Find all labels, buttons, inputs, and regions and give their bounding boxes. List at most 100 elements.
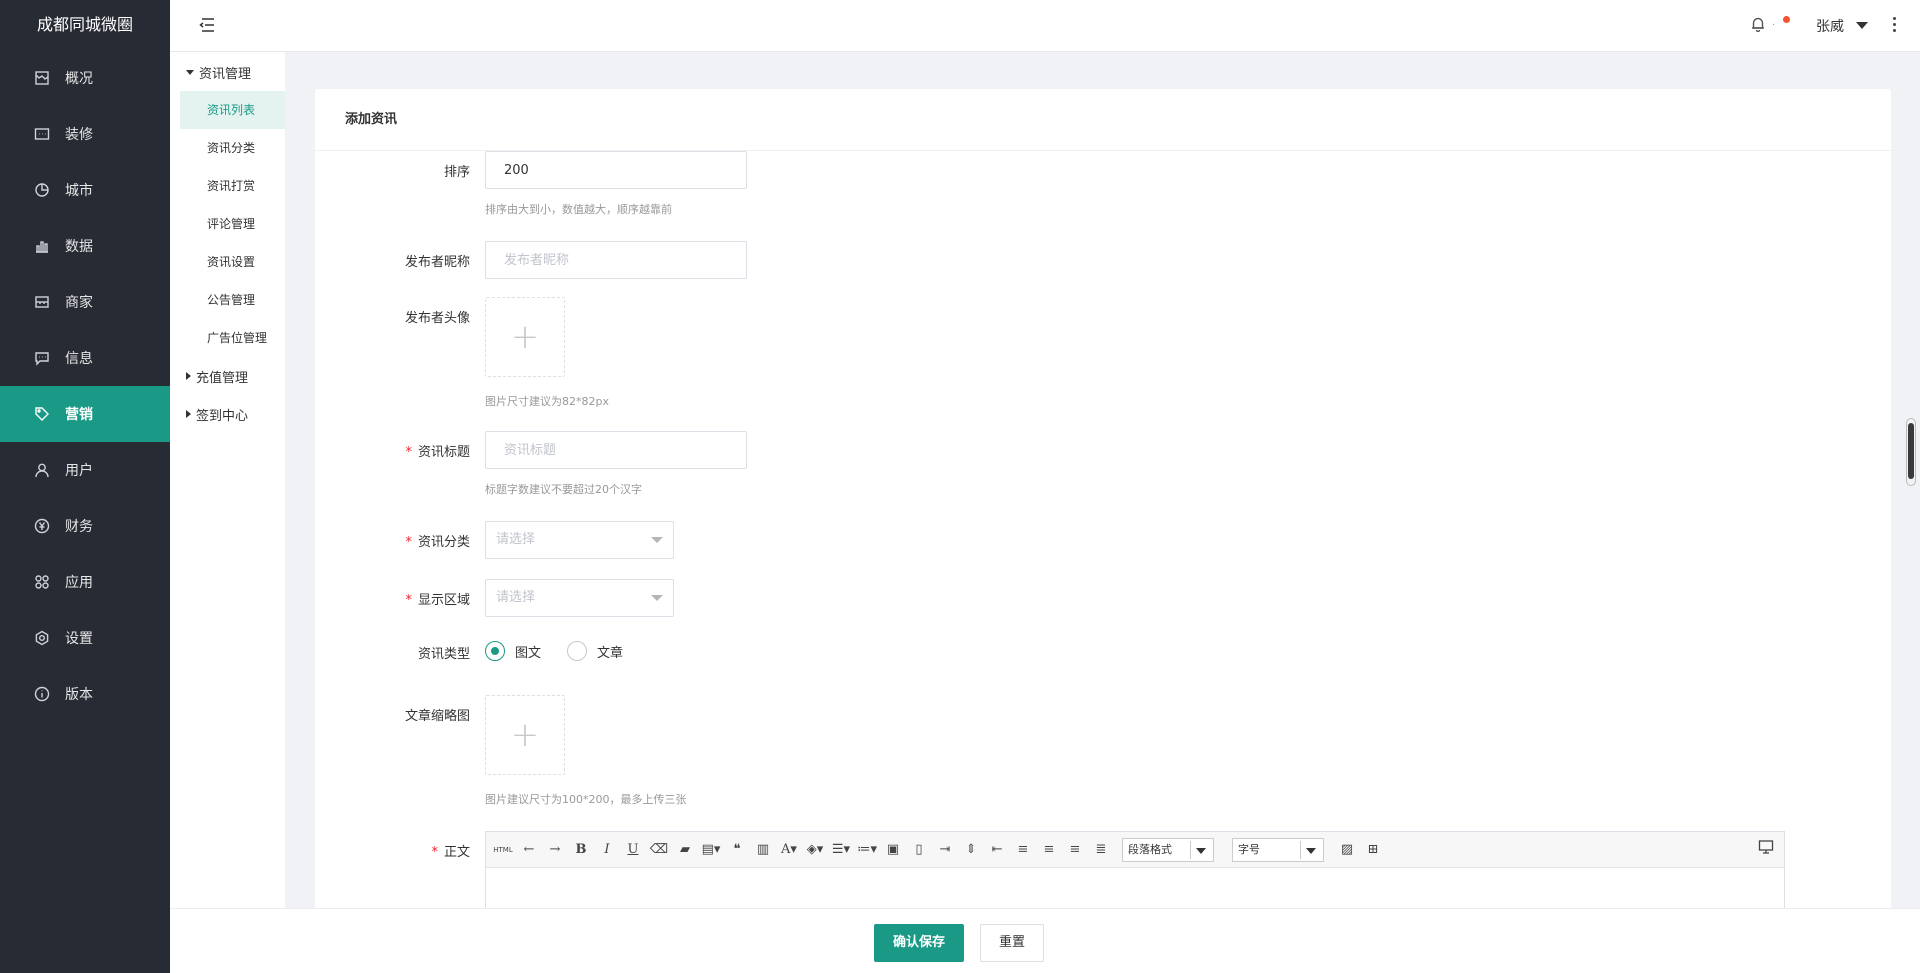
title-help: 标题字数建议不要超过20个汉字 <box>485 483 642 496</box>
background-color-icon[interactable]: ◈▾ <box>804 839 826 861</box>
reset-button[interactable]: 重置 <box>980 924 1045 962</box>
plus-icon: + <box>510 715 540 755</box>
subnav-item-2[interactable]: 资讯打赏 <box>180 167 285 205</box>
body-label-text: 正文 <box>443 845 470 860</box>
thumbnail-upload-button[interactable]: + <box>485 695 565 775</box>
yen-icon <box>33 517 51 535</box>
subnav-group-label: 资讯管理 <box>199 66 252 82</box>
sidebar-item-9[interactable]: 应用 <box>0 554 170 610</box>
redo-icon[interactable]: → <box>544 839 566 861</box>
nickname-input[interactable] <box>485 241 747 279</box>
subnav-item-5[interactable]: 公告管理 <box>180 281 285 319</box>
sidebar-item-10[interactable]: 设置 <box>0 610 170 666</box>
subnav-item-1[interactable]: 资讯分类 <box>180 129 285 167</box>
sidebar-item-label: 设置 <box>65 631 93 647</box>
indent-icon[interactable]: ⇥ <box>934 839 956 861</box>
align-justify-icon[interactable]: ≣ <box>1090 839 1112 861</box>
undo-icon[interactable]: ← <box>518 839 540 861</box>
subnav-item-4[interactable]: 资讯设置 <box>180 243 285 281</box>
category-label-text: 资讯分类 <box>417 535 470 550</box>
chart-icon <box>33 237 51 255</box>
region-select[interactable]: 请选择 <box>485 579 674 617</box>
sort-label: 排序 <box>443 165 470 180</box>
blockquote-icon[interactable]: ❝ <box>726 839 748 861</box>
italic-icon[interactable]: I <box>596 839 618 861</box>
user-name[interactable]: 张威 <box>1816 16 1844 36</box>
underline-icon[interactable]: U <box>622 839 644 861</box>
user-dropdown-caret-icon[interactable] <box>1856 22 1868 29</box>
insert-frame-icon[interactable]: ▣ <box>882 839 904 861</box>
align-left-icon[interactable]: ≡ <box>1012 839 1034 861</box>
sidebar-item-2[interactable]: 城市 <box>0 162 170 218</box>
paste-plain-icon[interactable]: ▥ <box>752 839 774 861</box>
outdent-icon[interactable]: ⇤ <box>986 839 1008 861</box>
add-news-card: 添加资讯 排序 排序由大到小，数值越大，顺序越靠前 发布者昵称 发布者头像 + … <box>315 89 1891 973</box>
scrollbar-thumb[interactable] <box>1908 423 1914 479</box>
sidebar-item-label: 数据 <box>65 239 93 255</box>
decoration-icon <box>33 125 51 143</box>
subnav-group-label: 充值管理 <box>196 370 249 386</box>
sidebar-item-1[interactable]: 装修 <box>0 106 170 162</box>
sidebar-item-7[interactable]: 用户 <box>0 442 170 498</box>
confirm-save-button[interactable]: 确认保存 <box>874 924 965 962</box>
sidebar-item-0[interactable]: 概况 <box>0 50 170 106</box>
caret-right-icon <box>186 410 191 418</box>
insert-image-icon[interactable]: ▨ <box>1336 839 1358 861</box>
sidebar-item-11[interactable]: 版本 <box>0 666 170 722</box>
format-brush-icon[interactable]: ▰ <box>674 839 696 861</box>
sort-input[interactable] <box>485 151 747 189</box>
subnav-item-3[interactable]: 评论管理 <box>180 205 285 243</box>
brand-title: 成都同城微圈 <box>36 15 133 34</box>
insert-file-icon[interactable]: ▯ <box>908 839 930 861</box>
type-radio-image-text[interactable]: 图文 <box>485 641 541 661</box>
category-select[interactable]: 请选择 <box>485 521 674 559</box>
ordered-list-icon[interactable]: ☰▾ <box>830 839 852 861</box>
sidebar-item-label: 应用 <box>65 575 93 591</box>
top-header: · 张威 <box>170 0 1920 52</box>
font-color-icon[interactable]: A▾ <box>778 839 800 861</box>
nickname-label: 发布者昵称 <box>404 255 470 270</box>
required-mark: * <box>431 845 438 860</box>
subnav-items: 资讯列表 资讯分类 资讯打赏 评论管理 资讯设置 公告管理 广告位管理 <box>170 91 285 357</box>
chevron-down-icon <box>651 537 663 543</box>
subnav-group-checkin[interactable]: 签到中心 <box>170 395 285 433</box>
paragraph-format-select[interactable]: 段落格式 <box>1122 837 1214 862</box>
sidebar-item-5[interactable]: 信息 <box>0 330 170 386</box>
subnav-item-6[interactable]: 广告位管理 <box>180 319 285 357</box>
subnav-group-news[interactable]: 资讯管理 <box>170 53 285 91</box>
radio-circle <box>567 641 587 661</box>
sidebar-item-label: 城市 <box>65 183 93 199</box>
more-vertical-icon[interactable] <box>1891 17 1897 35</box>
menu-toggle-icon[interactable] <box>198 16 218 36</box>
paragraph-format-value: 段落格式 <box>1128 842 1172 856</box>
title-input[interactable] <box>485 431 747 469</box>
html-source-button[interactable]: HTML <box>492 839 514 861</box>
unordered-list-icon[interactable]: ≔▾ <box>856 839 878 861</box>
sidebar-item-8[interactable]: 财务 <box>0 498 170 554</box>
sidebar-item-label: 信息 <box>65 351 93 367</box>
message-icon <box>33 349 51 367</box>
bold-icon[interactable]: B <box>570 839 592 861</box>
type-radio-article[interactable]: 文章 <box>567 641 623 661</box>
line-height-icon[interactable]: ⇕ <box>960 839 982 861</box>
fullscreen-preview-icon[interactable] <box>1758 839 1776 857</box>
form-action-bar: 确认保存 重置 <box>170 908 1920 973</box>
sidebar-item-3[interactable]: 数据 <box>0 218 170 274</box>
sidebar-item-6[interactable]: 营销 <box>0 386 170 442</box>
avatar-upload-button[interactable]: + <box>485 297 565 377</box>
sub-sidebar: 资讯管理 资讯列表 资讯分类 资讯打赏 评论管理 资讯设置 公告管理 广告位管理 充值管理 … <box>170 52 285 973</box>
eraser-icon[interactable]: ⌫ <box>648 839 670 861</box>
sidebar-item-label: 版本 <box>65 687 93 703</box>
align-center-icon[interactable]: ≡ <box>1038 839 1060 861</box>
align-right-icon[interactable]: ≡ <box>1064 839 1086 861</box>
tag-icon <box>33 405 51 423</box>
notification-bell-icon[interactable] <box>1750 16 1770 36</box>
font-size-select[interactable]: 字号 <box>1232 837 1324 862</box>
plus-icon: + <box>510 317 540 357</box>
sidebar-item-4[interactable]: 商家 <box>0 274 170 330</box>
insert-table-icon[interactable]: ⊞ <box>1362 839 1384 861</box>
subnav-item-0[interactable]: 资讯列表 <box>180 91 285 129</box>
background-block-icon[interactable]: ▤▾ <box>700 839 722 861</box>
caret-down-icon <box>186 69 194 75</box>
subnav-group-recharge[interactable]: 充值管理 <box>170 357 285 395</box>
